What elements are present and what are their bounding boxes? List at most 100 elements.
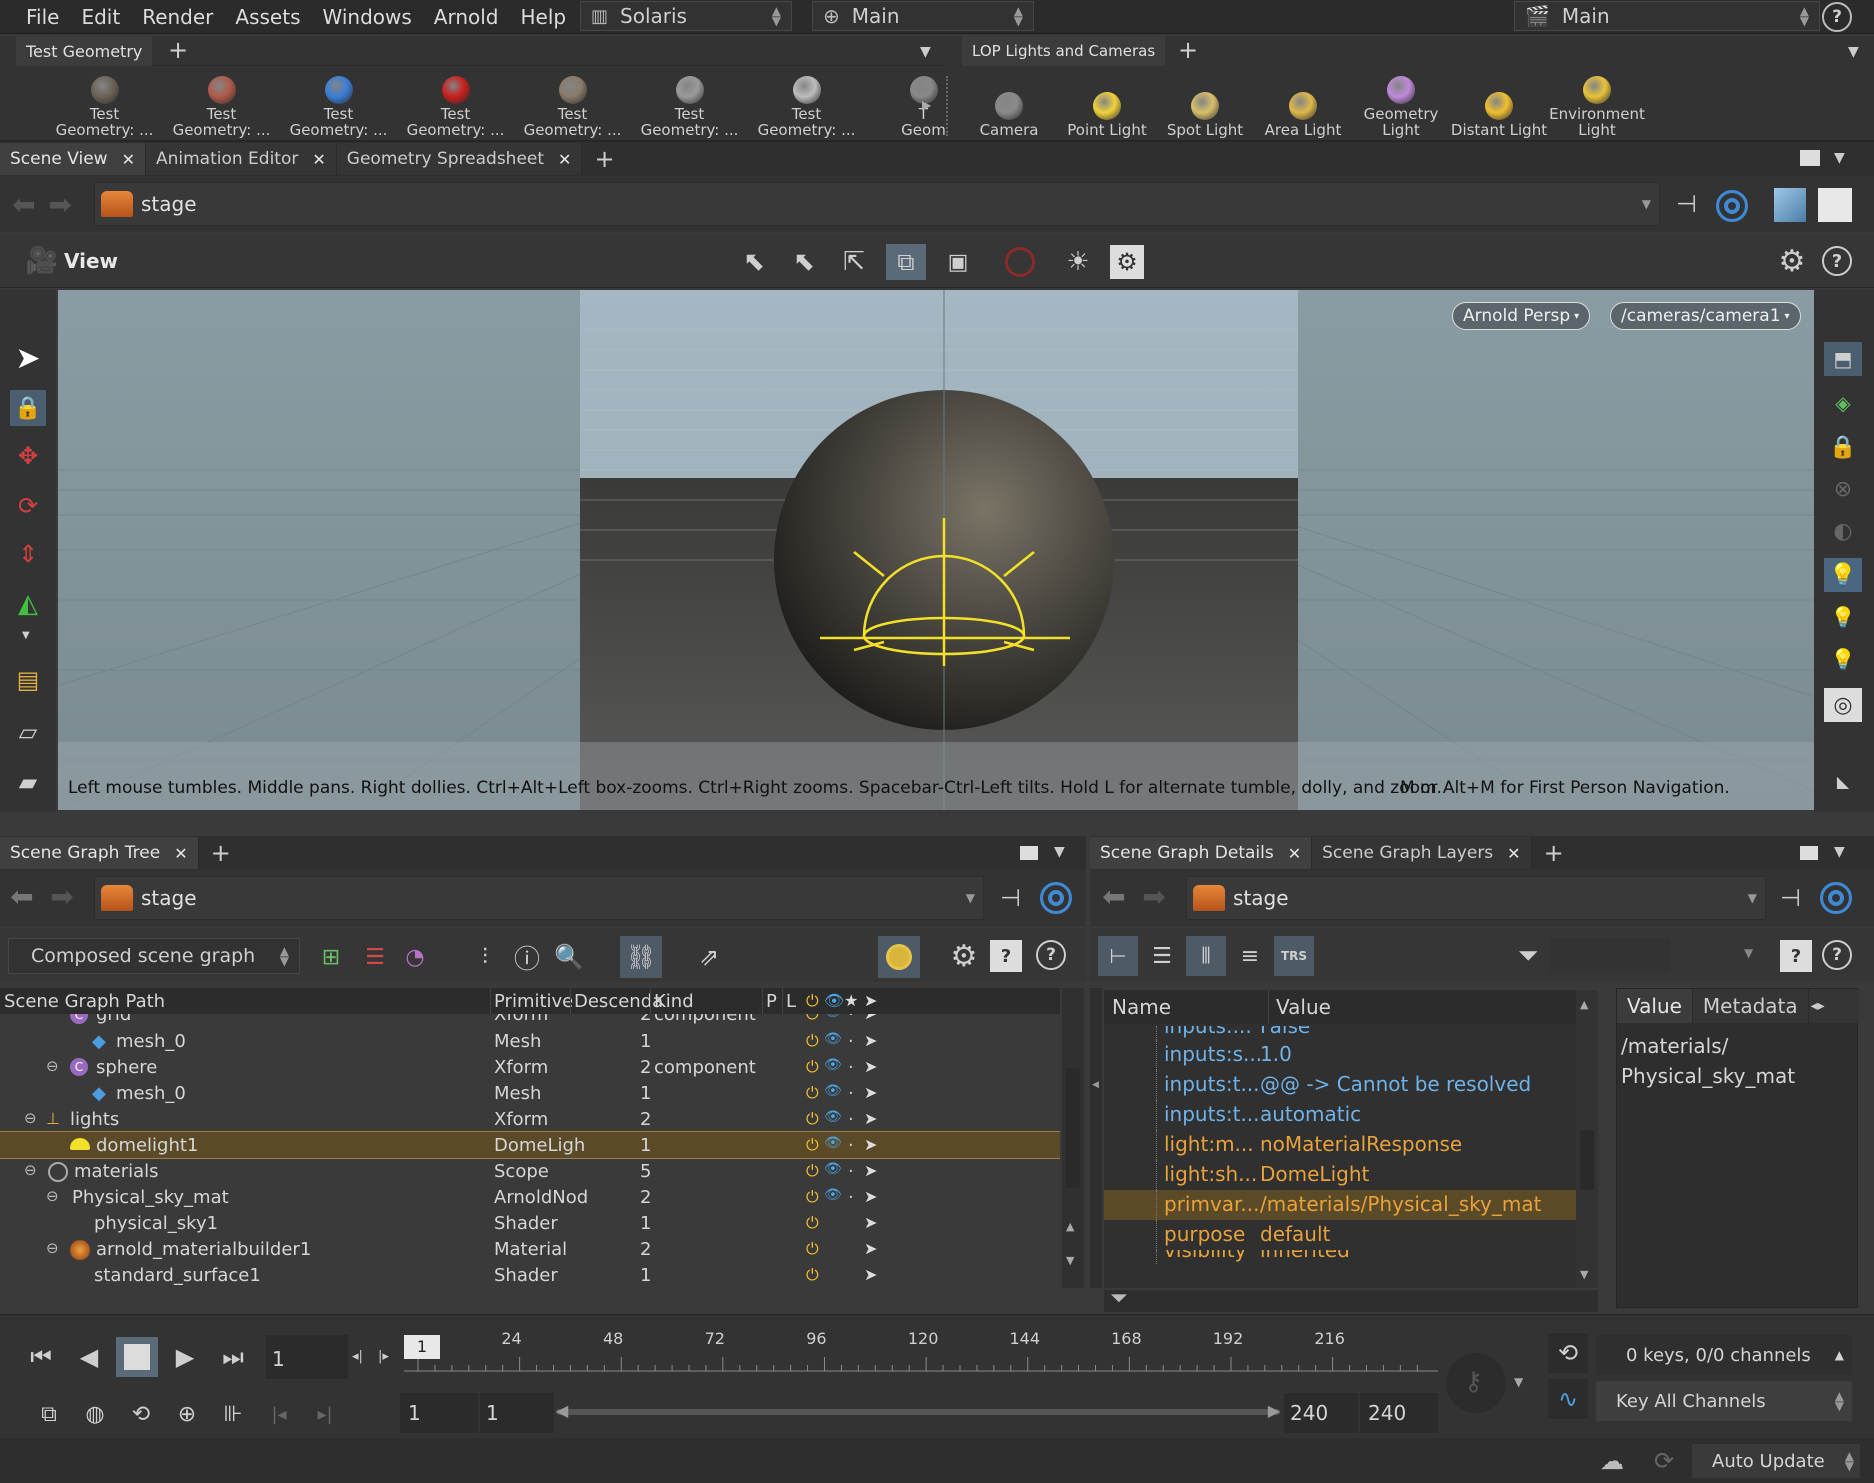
layout-tool-icon[interactable]: ▤ (10, 662, 46, 698)
tree-column-header[interactable]: P (766, 991, 777, 1012)
collections-icon[interactable]: ⫶ (468, 940, 502, 974)
tab-animation-editor[interactable]: Animation Editor ✕ (145, 143, 337, 175)
camera-lock-icon[interactable]: 🔒 (1824, 430, 1862, 464)
viewport[interactable]: Arnold Persp ▾ /cameras/camera1 ▾ Left mou… (58, 290, 1814, 810)
shelf-tool[interactable]: Point Light (1058, 68, 1156, 142)
back-icon[interactable]: ⬅ (6, 186, 42, 222)
add-pane-tab-icon[interactable]: + (199, 839, 243, 867)
add-shelf-icon[interactable]: + (156, 36, 200, 64)
table-row[interactable]: Cgrid Xform 2component ⏻ 👁 · ➤ (0, 1014, 1060, 1028)
solo-dot-icon[interactable]: · (848, 1014, 854, 1025)
mask-icon[interactable]: ◔ (398, 940, 432, 974)
active-toggle-icon[interactable]: ⏻ (806, 1135, 819, 1155)
back-icon[interactable]: ⬅ (1096, 878, 1132, 914)
property-row[interactable]: light:m... noMaterialResponse (1104, 1130, 1598, 1160)
table-row[interactable]: ⊖ Physical_sky_mat ArnoldNod 2 ⏻ 👁 · ➤ (0, 1184, 1060, 1210)
details-filter-bar[interactable]: ⏷ (1104, 1286, 1598, 1312)
select-tool-icon[interactable]: ⬉ (736, 245, 772, 279)
lock-tool-icon[interactable]: 🔒 (10, 390, 46, 426)
shelf-scroll-icon[interactable]: ▶ (922, 98, 931, 112)
property-row[interactable]: primvar.../materials/Physical_sky_mat (1104, 1190, 1598, 1220)
menu-windows[interactable]: Windows (323, 5, 412, 29)
key-all-channels-dropdown[interactable]: Key All Channels ▲ ▼ (1596, 1381, 1852, 1421)
visibility-toggle-icon[interactable]: 👁 (824, 1135, 842, 1151)
menu-render[interactable]: Render (142, 5, 213, 29)
menu-help[interactable]: Help (521, 5, 567, 29)
timeline-ruler[interactable]: 1 24 48 72 96 120 144 168 192 216 (404, 1329, 1438, 1385)
active-toggle-icon[interactable]: ⏻ (806, 1161, 819, 1181)
details-help-icon[interactable]: ? (1822, 940, 1852, 970)
active-toggle-icon[interactable]: ⏻ (806, 1057, 819, 1077)
details-path-field[interactable]: stage ▼ (1186, 876, 1766, 920)
scroll-thumb[interactable] (1066, 1068, 1080, 1188)
handle-tool-icon[interactable]: ◭ (10, 586, 46, 622)
view-pick-icon[interactable]: ⇗ (692, 940, 726, 974)
tree-header-pick-icon[interactable]: ➤ (864, 991, 877, 1010)
range-icon[interactable]: ⊪ (214, 1395, 252, 1433)
headlight-icon[interactable]: 💡 (1824, 558, 1862, 592)
current-frame-marker[interactable]: 1 (404, 1335, 440, 1359)
shelf-tool[interactable]: Camera (960, 68, 1058, 142)
prev-key-icon[interactable]: |◂ (260, 1395, 298, 1433)
table-row[interactable]: ◆ mesh_0 Mesh 1 ⏻ 👁 · ➤ (0, 1080, 1060, 1106)
close-tab-icon[interactable]: ✕ (122, 150, 135, 169)
tree-header-eye-icon[interactable]: 👁 (824, 991, 844, 1010)
pane-menu-icon[interactable]: ▼ (1834, 150, 1845, 166)
edit-tool-icon[interactable]: ▰ (10, 764, 46, 800)
path-dropdown-icon[interactable]: ▼ (1748, 891, 1757, 905)
tab-scroll-icon[interactable]: ◂▸ (1811, 998, 1825, 1014)
shelf-tool[interactable]: Test Geometry: ... (280, 68, 397, 142)
render-view-icon[interactable]: ◎ (1824, 688, 1862, 722)
view-tool-icon[interactable]: 🎥 (24, 246, 60, 276)
active-toggle-icon[interactable]: ⏻ (806, 1213, 819, 1233)
scroll-thumb[interactable] (1580, 1130, 1594, 1190)
info-icon[interactable]: ⓘ (510, 940, 544, 975)
shelf-tool[interactable]: Test Geometry: ... (748, 68, 865, 142)
render-region-icon[interactable]: ▣ (940, 245, 976, 279)
context-dropdown[interactable]: ⊕ Main ▲ ▼ (812, 1, 1034, 31)
table-row[interactable]: ⊖ arnold_materialbuilder1 Material 2 ⏻ ➤ (0, 1236, 1060, 1262)
add-shelf-icon[interactable]: + (1166, 36, 1210, 64)
path-dropdown-icon[interactable]: ▼ (966, 891, 975, 905)
light-dim-icon[interactable]: 💡 (1824, 642, 1862, 676)
table-row[interactable]: ◆ mesh_0 Mesh 1 ⏻ 👁 · ➤ (0, 1028, 1060, 1054)
selectable-toggle-icon[interactable]: ➤ (864, 1031, 877, 1050)
solo-dot-icon[interactable]: · (848, 1187, 854, 1208)
maximize-icon[interactable] (1800, 846, 1818, 860)
visibility-toggle-icon[interactable]: 👁 (824, 1161, 842, 1177)
selectable-toggle-icon[interactable]: ➤ (864, 1265, 877, 1284)
active-toggle-icon[interactable]: ⏻ (806, 1014, 819, 1024)
tab-value[interactable]: Value (1617, 989, 1693, 1023)
property-row[interactable]: inputs:... False (1104, 1026, 1598, 1040)
selectable-toggle-icon[interactable]: ➤ (864, 1014, 877, 1023)
link-icon[interactable] (1716, 190, 1748, 222)
sync-viewport-icon[interactable] (878, 936, 920, 978)
solo-dot-icon[interactable]: · (848, 1161, 854, 1182)
table-row[interactable]: ⊖ materials Scope 5 ⏻ 👁 · ➤ (0, 1158, 1060, 1184)
table-row[interactable]: physical_sky1 Shader 1 ⏻ ➤ (0, 1210, 1060, 1236)
selectable-toggle-icon[interactable]: ➤ (864, 1109, 877, 1128)
transform-tool-icon[interactable]: ✥ (10, 438, 46, 474)
tree-column-header[interactable]: Kind (654, 991, 694, 1012)
hierarchy-view-icon[interactable]: ⊢ (1098, 936, 1138, 976)
solo-dot-icon[interactable]: · (848, 1135, 854, 1156)
brain-icon[interactable]: ☁ (1592, 1444, 1632, 1478)
link-icon[interactable] (1040, 882, 1072, 914)
tab-metadata[interactable]: Metadata (1692, 989, 1809, 1023)
shelf-tool[interactable]: Area Light (1254, 68, 1352, 142)
tree-column-header[interactable]: L (786, 991, 796, 1012)
expand-toggle-icon[interactable]: ⊖ (46, 1239, 59, 1257)
light-off-icon[interactable]: 💡 (1824, 600, 1862, 634)
expand-toggle-icon[interactable]: ⊖ (24, 1109, 37, 1127)
back-icon[interactable]: ⬅ (4, 878, 40, 914)
property-row[interactable]: visibility inherited (1104, 1250, 1598, 1264)
table-row[interactable]: standard_surface1 Shader 1 ⏻ ➤ (0, 1262, 1060, 1288)
solo-dot-icon[interactable]: · (848, 1109, 854, 1130)
render-settings-icon[interactable]: ⚙ (1110, 245, 1144, 279)
table-row[interactable]: domelight1 DomeLigh 1 ⏻ 👁 · ➤ (0, 1131, 1060, 1159)
shelf-tool[interactable]: Geometry Light (1352, 68, 1450, 142)
trs-view-icon[interactable]: TRS (1274, 936, 1314, 976)
range-end-field[interactable]: 240 (1284, 1393, 1358, 1433)
expand-toggle-icon[interactable]: ⊖ (46, 1057, 59, 1075)
current-frame-field[interactable]: 1 (266, 1335, 348, 1379)
